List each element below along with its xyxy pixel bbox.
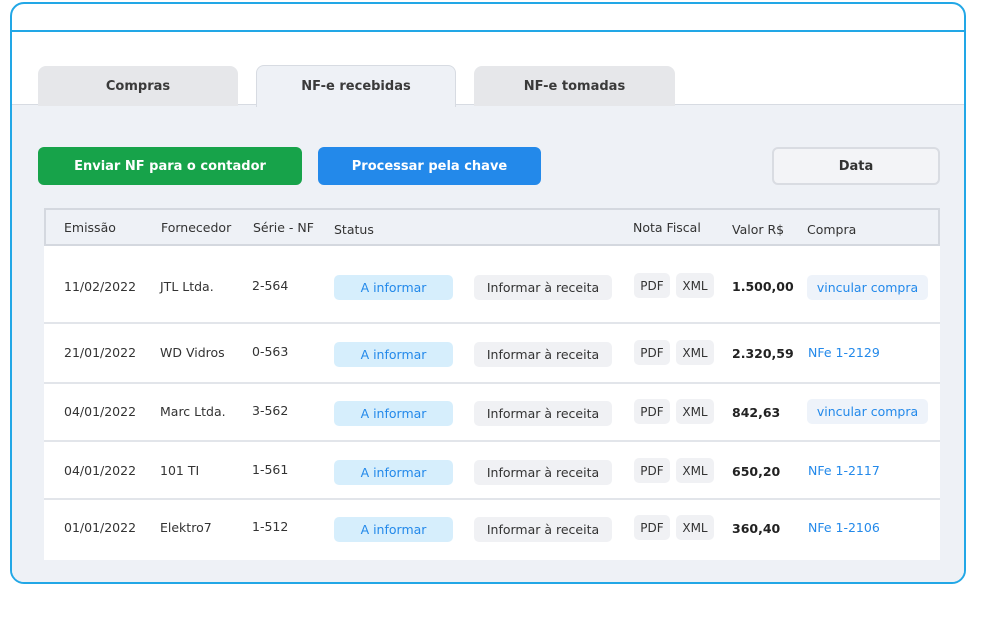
purchase-invoice-link[interactable]: NFe 1-2129 <box>808 345 880 360</box>
cell-valor: 842,63 <box>732 405 781 420</box>
cell-fornecedor: Marc Ltda. <box>160 404 226 419</box>
cell-fornecedor: JTL Ltda. <box>160 279 214 294</box>
cell-valor: 1.500,00 <box>732 279 794 294</box>
link-purchase-button[interactable]: vincular compra <box>807 399 928 424</box>
xml-download-button[interactable]: XML <box>676 515 714 540</box>
app-frame: Compras NF-e recebidas NF-e tomadas Envi… <box>10 2 966 584</box>
header-serie-nf: Série - NF <box>253 220 314 235</box>
cell-serie: 2-564 <box>252 278 289 293</box>
xml-download-button[interactable]: XML <box>676 340 714 365</box>
invoices-table: Emissão Fornecedor Série - NF Status Not… <box>44 208 940 560</box>
purchase-invoice-link[interactable]: NFe 1-2117 <box>808 463 880 478</box>
header-valor: Valor R$ <box>732 222 785 237</box>
xml-download-button[interactable]: XML <box>676 458 714 483</box>
cell-serie: 1-512 <box>252 519 289 534</box>
pdf-download-button[interactable]: PDF <box>634 399 670 424</box>
cell-fornecedor: 101 TI <box>160 463 200 478</box>
xml-download-button[interactable]: XML <box>676 273 714 298</box>
date-filter-button[interactable]: Data <box>772 147 940 185</box>
table-row: 21/01/2022 WD Vidros 0-563 A informar In… <box>44 324 940 384</box>
cell-valor: 650,20 <box>732 464 781 479</box>
header-status: Status <box>334 222 374 237</box>
tab-nfe-tomadas[interactable]: NF-e tomadas <box>474 66 675 106</box>
status-badge: A informar <box>334 460 453 485</box>
xml-download-button[interactable]: XML <box>676 399 714 424</box>
table-row: 04/01/2022 101 TI 1-561 A informar Infor… <box>44 442 940 500</box>
status-badge: A informar <box>334 517 453 542</box>
status-badge: A informar <box>334 401 453 426</box>
table-row: 11/02/2022 JTL Ltda. 2-564 A informar In… <box>44 246 940 324</box>
pdf-download-button[interactable]: PDF <box>634 515 670 540</box>
purchase-invoice-link[interactable]: NFe 1-2106 <box>808 520 880 535</box>
inform-receita-button[interactable]: Informar à receita <box>474 517 612 542</box>
process-by-key-button[interactable]: Processar pela chave <box>318 147 541 185</box>
header-compra: Compra <box>807 222 857 237</box>
send-to-accountant-button[interactable]: Enviar NF para o contador <box>38 147 302 185</box>
cell-emissao: 21/01/2022 <box>64 345 137 360</box>
header-fornecedor: Fornecedor <box>161 220 232 235</box>
cell-serie: 1-561 <box>252 462 289 477</box>
inform-receita-button[interactable]: Informar à receita <box>474 342 612 367</box>
pdf-download-button[interactable]: PDF <box>634 273 670 298</box>
link-purchase-button[interactable]: vincular compra <box>807 275 928 300</box>
table-header: Emissão Fornecedor Série - NF Status Not… <box>44 208 940 246</box>
pdf-download-button[interactable]: PDF <box>634 458 670 483</box>
pdf-download-button[interactable]: PDF <box>634 340 670 365</box>
header-emissao: Emissão <box>64 220 116 235</box>
table-row: 04/01/2022 Marc Ltda. 3-562 A informar I… <box>44 384 940 442</box>
status-badge: A informar <box>334 342 453 367</box>
tab-nfe-recebidas[interactable]: NF-e recebidas <box>256 65 456 107</box>
tab-compras[interactable]: Compras <box>38 66 238 106</box>
cell-emissao: 04/01/2022 <box>64 463 137 478</box>
table-row: 01/01/2022 Elektro7 1-512 A informar Inf… <box>44 500 940 560</box>
cell-valor: 2.320,59 <box>732 346 794 361</box>
cell-serie: 0-563 <box>252 344 289 359</box>
cell-emissao: 11/02/2022 <box>64 279 137 294</box>
status-badge: A informar <box>334 275 453 300</box>
inform-receita-button[interactable]: Informar à receita <box>474 275 612 300</box>
cell-serie: 3-562 <box>252 403 289 418</box>
cell-valor: 360,40 <box>732 521 781 536</box>
header-nota-fiscal: Nota Fiscal <box>633 220 701 235</box>
header-divider <box>12 30 964 32</box>
cell-emissao: 04/01/2022 <box>64 404 137 419</box>
inform-receita-button[interactable]: Informar à receita <box>474 460 612 485</box>
cell-fornecedor: WD Vidros <box>160 345 225 360</box>
cell-fornecedor: Elektro7 <box>160 520 212 535</box>
inform-receita-button[interactable]: Informar à receita <box>474 401 612 426</box>
cell-emissao: 01/01/2022 <box>64 520 137 535</box>
